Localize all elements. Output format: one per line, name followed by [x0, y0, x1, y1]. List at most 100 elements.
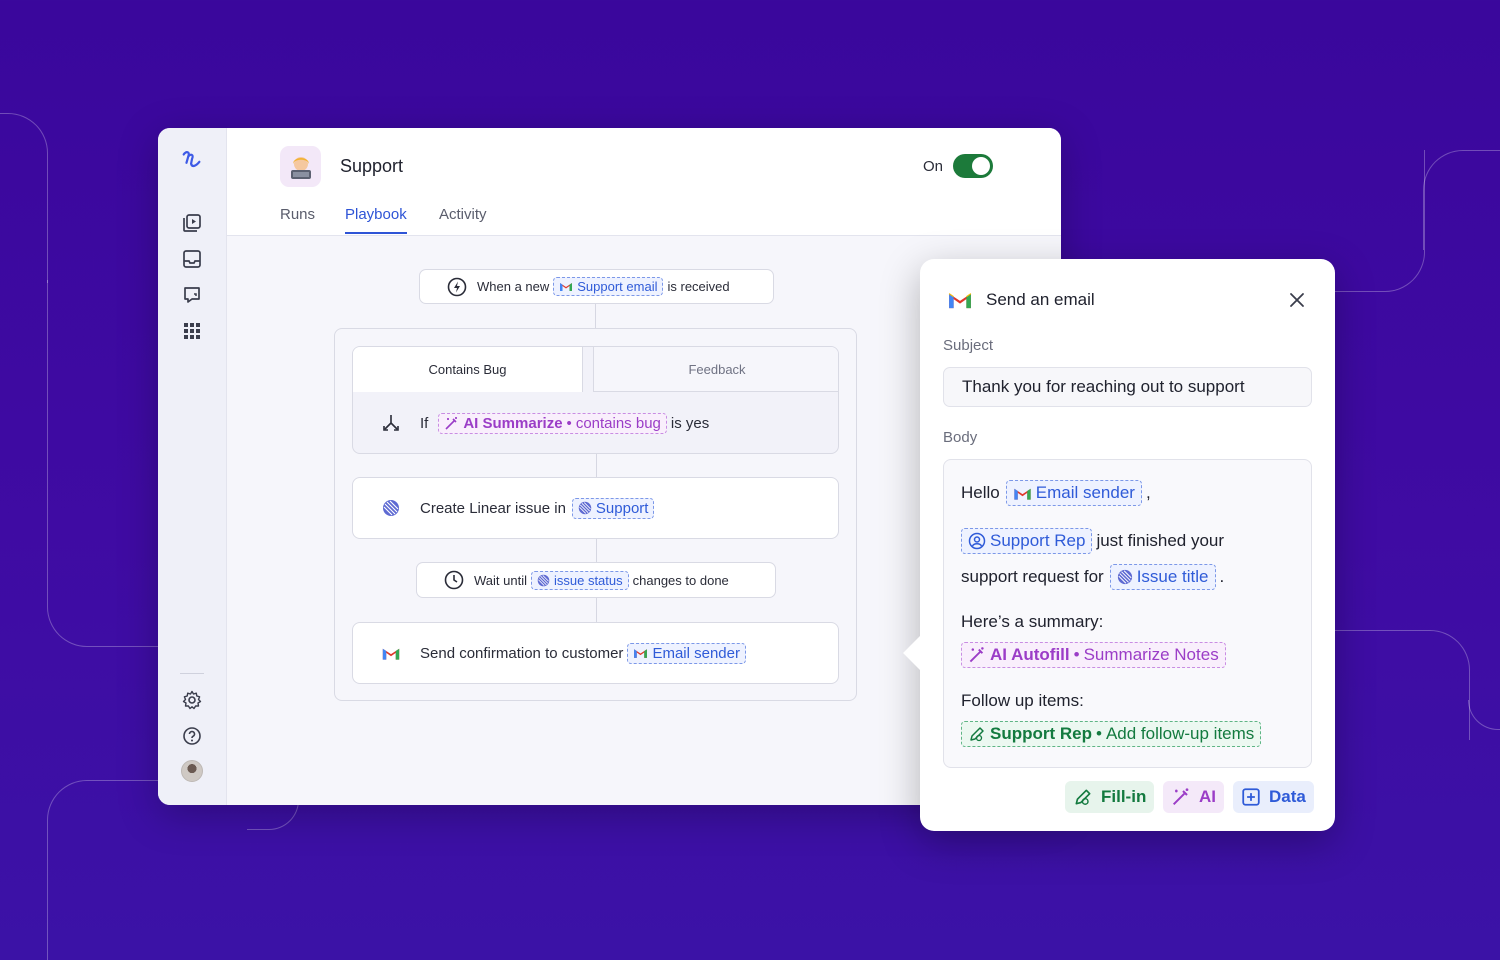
ai-autofill-chip[interactable]: AI Autofill • Summarize Notes: [961, 642, 1226, 668]
email-sender-chip[interactable]: Email sender: [627, 642, 746, 664]
background-line: [1468, 700, 1500, 730]
chip-label: Support: [595, 499, 649, 517]
avatar[interactable]: [181, 760, 203, 782]
gmail-icon: [381, 643, 401, 663]
trigger-prefix: When a new: [477, 279, 550, 294]
button-label: AI: [1199, 787, 1216, 806]
runs-icon[interactable]: [180, 211, 204, 235]
toggle-knob: [972, 157, 990, 175]
wait-step[interactable]: Wait until issue status changes to done: [416, 562, 776, 598]
body-label: Body: [943, 429, 978, 446]
ai-button[interactable]: AI: [1163, 781, 1224, 813]
wait-prefix: Wait until: [474, 572, 527, 588]
body-line: support request for Issue title .: [961, 564, 1224, 590]
confirmation-step-label: Send confirmation to customer: [420, 644, 624, 662]
chip-label: Issue title: [1136, 567, 1209, 586]
chip-sublabel: Add follow-up items: [1105, 724, 1255, 743]
issue-status-chip[interactable]: issue status: [530, 570, 629, 590]
connector-line: [595, 304, 596, 328]
magic-wand-icon: [444, 416, 459, 431]
subject-input[interactable]: Thank you for reaching out to support: [943, 367, 1312, 407]
body-text: just finished your: [1096, 531, 1225, 550]
plus-square-icon: [1241, 787, 1261, 807]
condition-suffix: is yes: [670, 414, 710, 432]
chip-separator: •: [1073, 645, 1080, 664]
linear-icon: [578, 501, 592, 515]
body-editor[interactable]: Hello Email sender , Support Rep just fi…: [943, 459, 1312, 768]
gear-icon[interactable]: [180, 688, 204, 712]
body-text: Here’s a summary:: [961, 612, 1104, 631]
page-title: Support: [340, 156, 404, 176]
background-line: [1423, 150, 1500, 250]
button-label: Fill-in: [1101, 787, 1147, 806]
linear-step-label: Create Linear issue in: [420, 499, 566, 517]
magic-wand-icon: [968, 646, 986, 664]
status-label: On: [923, 158, 944, 175]
user-circle-icon: [968, 532, 986, 550]
branch-group: Contains Bug Feedback If AI Summarize • …: [334, 328, 857, 701]
tab-feedback[interactable]: Feedback: [593, 347, 838, 392]
tab-runs[interactable]: Runs: [280, 206, 315, 232]
support-team-chip[interactable]: Support: [571, 497, 655, 519]
gmail-icon: [559, 281, 573, 292]
linear-icon: [1117, 569, 1133, 585]
chip-label: AI Autofill: [990, 645, 1070, 664]
chip-separator: •: [566, 414, 572, 432]
condition-row[interactable]: If AI Summarize • contains bug is yes: [353, 401, 838, 445]
linear-icon: [381, 498, 401, 518]
email-sender-chip[interactable]: Email sender: [1005, 480, 1142, 506]
inbox-icon[interactable]: [180, 247, 204, 271]
linear-step[interactable]: Create Linear issue in Support: [352, 477, 839, 539]
chip-label: Support email: [577, 279, 658, 294]
send-email-panel: Send an email Subject Thank you for reac…: [903, 259, 1335, 831]
chip-label: Support Rep: [990, 724, 1092, 743]
support-rep-chip[interactable]: Support Rep: [961, 528, 1093, 554]
pen-icon: [968, 725, 986, 743]
help-icon[interactable]: [180, 724, 204, 748]
fill-in-chip[interactable]: Support Rep • Add follow-up items: [961, 721, 1262, 747]
chip-label: Email sender: [652, 644, 740, 662]
body-text: Follow up items:: [961, 691, 1084, 710]
chip-label: issue status: [553, 572, 623, 588]
apps-grid-icon[interactable]: [180, 319, 204, 343]
close-icon[interactable]: [1288, 291, 1306, 309]
tab-activity[interactable]: Activity: [439, 206, 487, 232]
condition-card: Contains Bug Feedback If AI Summarize • …: [352, 346, 839, 454]
tab-contains-bug[interactable]: Contains Bug: [353, 347, 583, 392]
body-line: Hello Email sender ,: [961, 480, 1151, 506]
body-line: Support Rep • Add follow-up items: [961, 721, 1265, 747]
tab-playbook[interactable]: Playbook: [345, 206, 407, 234]
connector-line: [596, 598, 597, 622]
background-line: [1335, 150, 1425, 292]
chip-sublabel: Summarize Notes: [1083, 645, 1219, 664]
ai-summarize-chip[interactable]: AI Summarize • contains bug: [438, 412, 667, 434]
if-label: If: [420, 414, 429, 432]
background-line: [47, 280, 167, 647]
body-text: support request for: [961, 567, 1104, 586]
lightning-icon: [447, 277, 467, 297]
support-email-chip[interactable]: Support email: [553, 277, 664, 296]
body-line: AI Autofill • Summarize Notes: [961, 642, 1230, 668]
connector-line: [596, 454, 597, 477]
enabled-toggle[interactable]: [953, 154, 993, 178]
gmail-icon: [633, 647, 648, 659]
magic-wand-icon: [1171, 787, 1191, 807]
gmail-icon: [947, 290, 973, 315]
pen-icon: [1073, 787, 1093, 807]
brand-logo-icon[interactable]: [180, 148, 204, 172]
support-agent-icon: [280, 146, 321, 187]
chip-label: AI Summarize: [463, 414, 563, 432]
confirmation-step[interactable]: Send confirmation to customer Email send…: [352, 622, 839, 684]
data-button[interactable]: Data: [1233, 781, 1314, 813]
issue-title-chip[interactable]: Issue title: [1109, 564, 1216, 590]
trigger-step[interactable]: When a new Support email is received: [419, 269, 774, 304]
body-line: Support Rep just finished your: [961, 528, 1224, 554]
linear-icon: [537, 574, 550, 587]
subject-label: Subject: [943, 337, 994, 354]
body-line: Here’s a summary:: [961, 612, 1103, 632]
body-text: Hello: [961, 483, 1000, 502]
fill-in-button[interactable]: Fill-in: [1065, 781, 1155, 813]
connector-line: [596, 539, 597, 563]
sidebar: [158, 128, 227, 805]
comments-icon[interactable]: [180, 283, 204, 307]
